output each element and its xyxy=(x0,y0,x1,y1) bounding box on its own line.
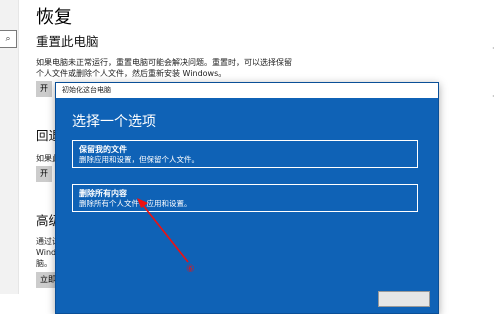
step-number-label: ⑥ xyxy=(186,264,195,275)
annotation-arrow xyxy=(137,198,189,263)
